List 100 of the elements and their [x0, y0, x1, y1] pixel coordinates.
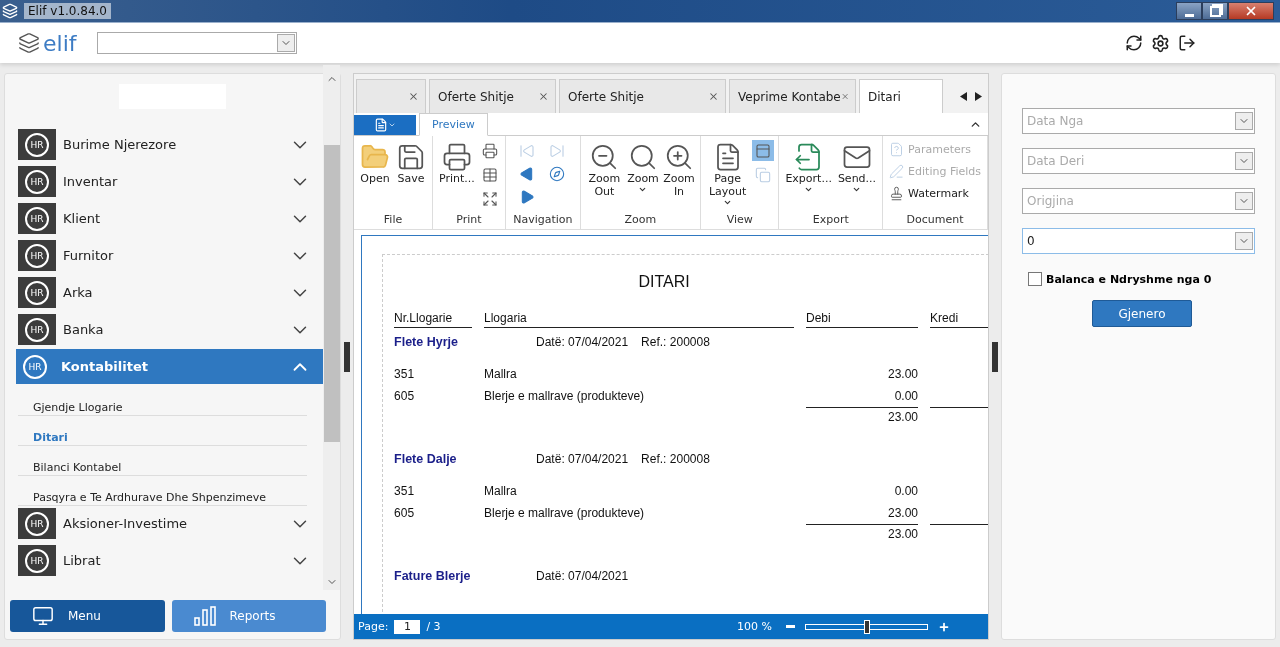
entry-ref: Ref.: 200008: [641, 452, 710, 466]
sidebar-item[interactable]: HR Burime Njerezore: [18, 127, 324, 162]
settings-icon[interactable]: [1151, 33, 1170, 53]
group-label: Export: [811, 213, 850, 228]
sidebar-item[interactable]: HR Arka: [18, 275, 324, 310]
entry-date: Datë: 07/04/2021: [536, 569, 629, 583]
sidebar-item[interactable]: HR Inventar: [18, 164, 324, 199]
hr-badge: HR: [18, 545, 56, 576]
document-icon: [374, 118, 389, 132]
restore-button[interactable]: [1202, 2, 1228, 20]
minimize-button[interactable]: [1176, 2, 1202, 20]
sidebar-item[interactable]: HR Aksioner-Investime: [18, 506, 324, 541]
sidebar-item[interactable]: HR Kontabilitet: [16, 349, 324, 384]
document-tab[interactable]: Oferte Shitje: [559, 79, 727, 113]
group-label: Print: [455, 213, 483, 228]
zoom-in-icon[interactable]: [938, 620, 951, 633]
logo-text: elif: [43, 30, 77, 56]
refresh-icon[interactable]: [1125, 33, 1143, 52]
balance-checkbox[interactable]: Balanca e Ndryshme nga 0: [1022, 272, 1255, 286]
document-tab[interactable]: Ditari: [859, 79, 944, 113]
ribbon-button[interactable]: Zoom: [626, 140, 660, 196]
search-icon: [628, 142, 658, 172]
logout-icon[interactable]: [1178, 33, 1196, 52]
sidebar-item[interactable]: HR Librat: [18, 543, 324, 578]
hr-badge: HR: [18, 166, 56, 197]
scroll-right-icon[interactable]: [975, 92, 983, 101]
submenu-item[interactable]: Pasqyra e Te Ardhurave Dhe Shpenzimeve: [18, 476, 308, 506]
ribbon-tab[interactable]: Preview: [419, 113, 488, 136]
ribbon-button[interactable]: Zoom Out: [584, 140, 624, 200]
entry-date: Datë: 07/04/2021: [536, 335, 629, 349]
document-tab[interactable]: Oferte Shitje: [429, 79, 557, 113]
scroll-left-icon[interactable]: [960, 92, 968, 101]
zoom-value: 100 %: [737, 620, 773, 633]
nav-button[interactable]: Menu: [10, 600, 165, 632]
filter-dropdown[interactable]: 0: [1022, 228, 1255, 254]
section-title: Fature Blerje: [394, 569, 472, 583]
caret-icon: [852, 185, 862, 194]
caret-icon: [723, 198, 733, 207]
caret-icon: [804, 185, 814, 194]
slider-thumb[interactable]: [863, 619, 870, 634]
splitter-handle[interactable]: [344, 341, 351, 372]
group-label: Document: [905, 213, 965, 228]
submenu-item[interactable]: Gjendje Llogarie: [18, 386, 308, 416]
ribbon-button[interactable]: Open: [358, 140, 393, 187]
grid-icon: [481, 166, 498, 183]
ribbon-button[interactable]: Export...: [783, 140, 834, 196]
section-title: Flete Hyrje: [394, 335, 459, 349]
column-header: Nr.Llogarie: [394, 311, 473, 328]
table-cell-text: 351: [394, 483, 416, 500]
caret-icon: [388, 121, 397, 129]
compass-icon: [548, 165, 565, 182]
document-tab[interactable]: Veprime Kontabe: [729, 79, 857, 113]
single-page-icon: [755, 142, 772, 159]
page-input[interactable]: 1: [394, 619, 421, 634]
toolbar-button[interactable]: [752, 140, 775, 161]
sidebar-item[interactable]: HR Furnitor: [18, 238, 324, 273]
dropdown-button[interactable]: [276, 34, 295, 52]
ribbon-button[interactable]: Save: [394, 140, 429, 187]
sidebar-item[interactable]: HR Klient: [18, 201, 324, 236]
logo-icon: [18, 32, 40, 54]
generate-button[interactable]: Gjenero: [1092, 300, 1192, 327]
submenu-item[interactable]: Bilanci Kontabel: [18, 446, 308, 476]
page-label: Page:: [358, 620, 389, 633]
report-title: DITARI: [637, 273, 691, 291]
multi-page-icon: [755, 166, 772, 183]
hr-badge: HR: [18, 508, 56, 539]
column-header: Debi: [806, 311, 919, 328]
sidebar-item[interactable]: HR Banka: [18, 312, 324, 347]
printer-icon: [441, 142, 472, 172]
printer-icon: [481, 142, 498, 159]
section-title: Flete Dalje: [394, 452, 458, 466]
ribbon-button[interactable]: Send...: [835, 140, 879, 196]
close-icon: [1244, 4, 1258, 18]
splitter-handle[interactable]: [992, 341, 998, 372]
table-cell-text: 23.00: [887, 366, 919, 383]
close-icon[interactable]: [538, 91, 550, 102]
table-cell-text: Blerje e mallrave (produkteve): [484, 505, 646, 522]
entry-ref: Ref.: 200008: [641, 335, 710, 349]
hr-badge: HR: [18, 129, 56, 160]
table-cell-text: Mallra: [484, 366, 518, 383]
ribbon-button[interactable]: Page Layout: [705, 140, 751, 209]
close-button[interactable]: [1228, 2, 1274, 20]
previous-icon: [518, 165, 535, 182]
document-icon: [889, 142, 905, 157]
total-cell: 23.00: [806, 407, 919, 426]
bar-chart-icon: [193, 606, 216, 626]
ribbon-button[interactable]: Print...: [437, 140, 477, 187]
ribbon-button[interactable]: Zoom In: [662, 140, 696, 200]
close-icon[interactable]: [708, 91, 720, 102]
nav-button[interactable]: Reports: [171, 600, 327, 632]
submenu-item[interactable]: Ditari: [18, 416, 308, 446]
group-label: File: [382, 213, 404, 228]
company-dropdown[interactable]: [96, 32, 297, 54]
monitor-icon: [32, 605, 54, 627]
app-menu-button[interactable]: [354, 115, 417, 135]
zoom-out-icon[interactable]: [786, 625, 796, 628]
hr-badge: HR: [18, 240, 56, 271]
table-cell-text: 23.00: [887, 505, 919, 522]
close-icon[interactable]: [408, 91, 420, 102]
ribbon-button[interactable]: Watermark: [887, 184, 984, 203]
